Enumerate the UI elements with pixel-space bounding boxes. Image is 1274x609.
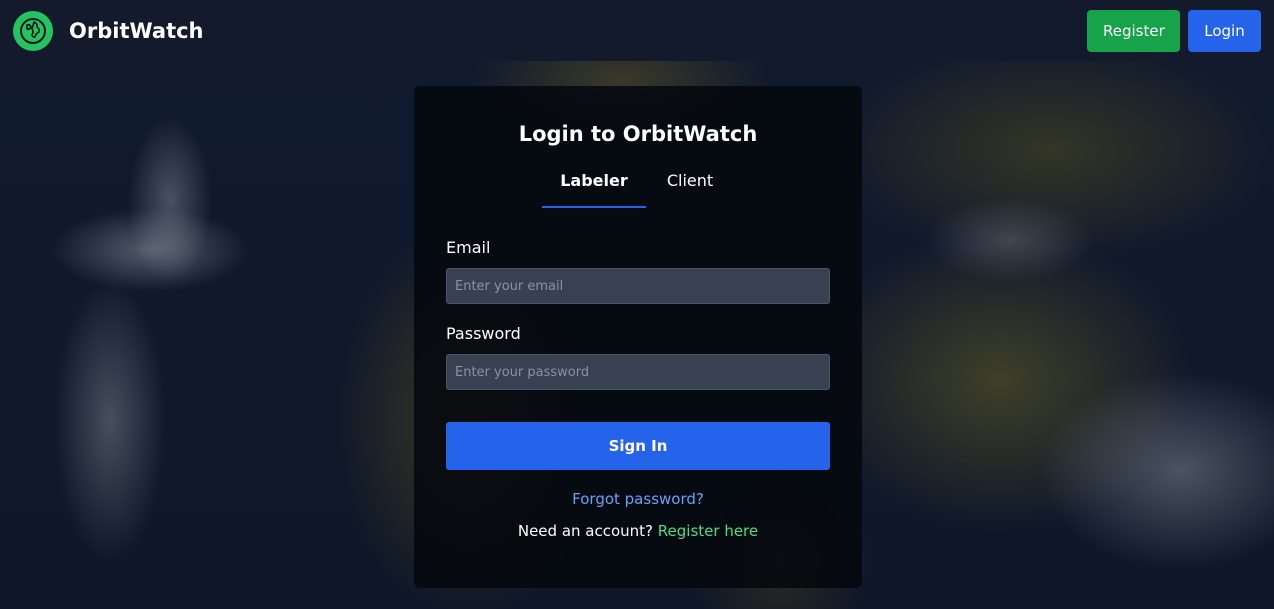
need-account-text: Need an account? [517, 522, 654, 540]
tab-labeler[interactable]: Labeler [542, 168, 646, 208]
password-field[interactable] [446, 354, 830, 390]
tab-client[interactable]: Client [646, 168, 734, 208]
password-label: Password [446, 324, 521, 343]
login-button[interactable]: Login [1188, 9, 1261, 52]
navbar: OrbitWatch Register Login [0, 0, 1274, 61]
register-button[interactable]: Register [1087, 9, 1180, 52]
forgot-password-link[interactable]: Forgot password? [446, 490, 830, 508]
register-here-link[interactable]: Register here [658, 522, 758, 540]
login-title: Login to OrbitWatch [518, 122, 758, 146]
nav-actions: Register Login [1087, 9, 1261, 52]
role-tabs: Labeler Client [446, 168, 830, 208]
brand-name: OrbitWatch [69, 18, 204, 43]
email-field[interactable] [446, 268, 830, 304]
email-label: Email [446, 238, 491, 257]
login-card: Login to OrbitWatch Labeler Client Email… [414, 86, 862, 588]
need-account-row: Need an account? Register here [446, 522, 830, 540]
sign-in-button[interactable]: Sign In [446, 422, 830, 470]
brand[interactable]: OrbitWatch [13, 10, 204, 51]
globe-icon [13, 10, 53, 51]
